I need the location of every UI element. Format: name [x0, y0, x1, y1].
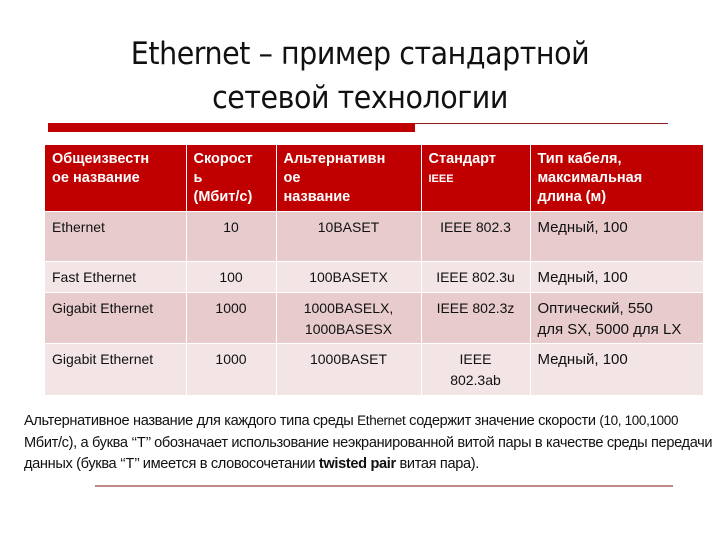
slide-title-line-1: Ethernet – пример стандартной — [130, 36, 590, 72]
cell-cable-type: Медный, 100 — [530, 211, 703, 262]
cell-alt-name: 10BASET — [276, 211, 422, 262]
table-row: Fast Ethernet 100 100BASETX IEEE 802.3u … — [45, 261, 703, 293]
header-common-name: Общеизвестн ое название — [45, 145, 187, 212]
explanation-note: Альтернативное название для каждого типа… — [24, 413, 713, 472]
cell-standard: IEEE 802.3z — [421, 292, 531, 344]
header-cable-type: Тип кабеля, максимальная длина (м) — [530, 145, 703, 212]
table-header-row: Общеизвестн ое название Скорост ь (Мбит/… — [45, 145, 703, 212]
cell-speed: 100 — [186, 261, 277, 293]
footer-divider-line — [95, 485, 673, 487]
cell-common-name: Gigabit Ethernet — [45, 292, 187, 344]
slide-title: Ethernet – пример стандартной сетевой те… — [0, 32, 720, 120]
cell-cable-type: Медный, 100 — [530, 261, 703, 293]
slide-title-line-2: сетевой технологии — [212, 80, 508, 116]
cell-alt-name: 1000BASELX, 1000BASESX — [276, 292, 422, 344]
cell-speed: 1000 — [186, 343, 277, 395]
cell-common-name: Gigabit Ethernet — [45, 343, 187, 395]
ethernet-standards-table: Общеизвестн ое название Скорост ь (Мбит/… — [45, 145, 703, 395]
cell-common-name: Fast Ethernet — [45, 261, 187, 293]
table-row: Gigabit Ethernet 1000 1000BASET IEEE 802… — [45, 343, 703, 395]
cell-speed: 10 — [186, 211, 277, 262]
cell-cable-type: Оптический, 550 для SX, 5000 для LX — [530, 292, 703, 344]
cell-standard: IEEE 802.3u — [421, 261, 531, 293]
table-row: Gigabit Ethernet 1000 1000BASELX, 1000BA… — [45, 292, 703, 344]
cell-standard: IEEE 802.3ab — [421, 343, 531, 395]
title-divider-line — [415, 123, 668, 124]
header-standard: Стандарт IEEE — [421, 145, 531, 212]
title-accent-bar — [48, 123, 415, 132]
cell-common-name: Ethernet — [45, 211, 187, 262]
cell-alt-name: 1000BASET — [276, 343, 422, 395]
cell-speed: 1000 — [186, 292, 277, 344]
table-row: Ethernet 10 10BASET IEEE 802.3 Медный, 1… — [45, 211, 703, 262]
emphasis-twisted-pair: twisted pair — [318, 456, 396, 472]
header-speed: Скорост ь (Мбит/с) — [186, 145, 277, 212]
header-alt-name: Альтернативн ое название — [276, 145, 422, 212]
cell-cable-type: Медный, 100 — [530, 343, 703, 395]
cell-standard: IEEE 802.3 — [421, 211, 531, 262]
cell-alt-name: 100BASETX — [276, 261, 422, 293]
